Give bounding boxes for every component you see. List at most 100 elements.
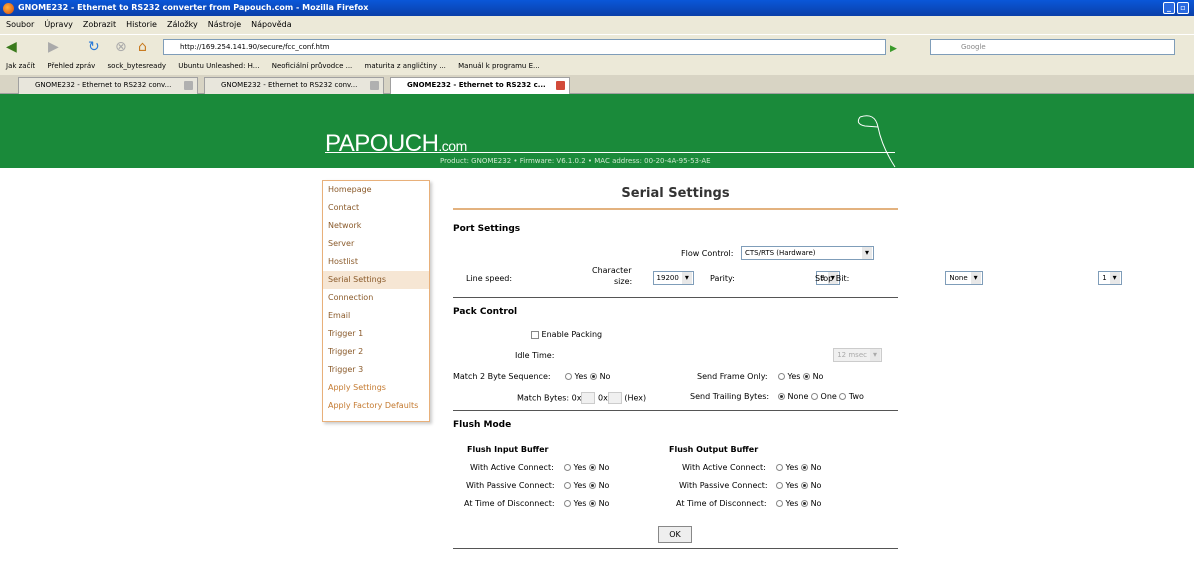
browser-tab-active[interactable]: GNOME232 - Ethernet to RS232 c... <box>390 77 570 95</box>
go-icon[interactable]: ▶ <box>890 40 897 58</box>
radio-no[interactable] <box>589 482 597 489</box>
back-icon[interactable]: ◀ <box>6 38 17 56</box>
sidebar-item-apply-settings[interactable]: Apply Settings <box>323 379 429 397</box>
yes-label: Yes <box>785 481 799 490</box>
sidebar-item-homepage[interactable]: Homepage <box>323 181 429 199</box>
match-yes-radio[interactable] <box>565 373 572 380</box>
tab-label: GNOME232 - Ethernet to RS232 conv... <box>221 81 358 89</box>
flush-input-title: Flush Input Buffer <box>467 445 549 454</box>
radio-yes[interactable] <box>564 464 571 471</box>
flush-output-title: Flush Output Buffer <box>669 445 759 454</box>
tab-close-icon[interactable] <box>556 81 565 90</box>
reload-icon[interactable]: ↻ <box>88 38 100 56</box>
parity-select[interactable]: None <box>945 271 983 285</box>
bookmark-item[interactable]: Přehled zpráv <box>47 62 95 70</box>
bookmark-item[interactable]: Neoficiální průvodce ... <box>272 62 353 70</box>
yes-label: Yes <box>573 481 587 490</box>
output-disconnect-radios: Yes No <box>776 499 821 508</box>
radio-yes[interactable] <box>564 482 571 489</box>
enable-packing-checkbox[interactable] <box>531 330 539 339</box>
line-speed-select[interactable]: 19200 <box>652 271 694 285</box>
pack-control-title: Pack Control <box>453 307 518 317</box>
bottom-divider <box>453 548 898 549</box>
stop-icon[interactable]: ⊗ <box>115 38 127 56</box>
menu-tools[interactable]: Nástroje <box>208 20 241 29</box>
forward-icon[interactable]: ▶ <box>48 38 59 56</box>
sidebar-item-trigger-1[interactable]: Trigger 1 <box>323 325 429 343</box>
trailing-none-radio[interactable] <box>778 393 785 400</box>
window-title: GNOME232 - Ethernet to RS232 converter f… <box>18 3 369 12</box>
bookmark-item[interactable]: sock_bytesready <box>108 62 167 70</box>
sidebar-item-hostlist[interactable]: Hostlist <box>323 253 429 271</box>
radio-yes[interactable] <box>776 464 783 471</box>
url-bar[interactable]: http://169.254.141.90/secure/fcc_conf.ht… <box>163 39 886 55</box>
bookmark-item[interactable]: Jak začít <box>6 62 35 70</box>
enable-packing-row: Enable Packing <box>531 330 602 339</box>
browser-tab[interactable]: GNOME232 - Ethernet to RS232 conv... <box>204 77 384 94</box>
sidebar-item-trigger-2[interactable]: Trigger 2 <box>323 343 429 361</box>
idle-time-label: Idle Time: <box>515 351 555 360</box>
sidebar-item-connection[interactable]: Connection <box>323 289 429 307</box>
radio-no[interactable] <box>589 464 597 471</box>
home-icon[interactable]: ⌂ <box>138 38 147 56</box>
sidebar-item-email[interactable]: Email <box>323 307 429 325</box>
maximize-icon[interactable]: ▫ <box>1177 2 1189 14</box>
bookmark-item[interactable]: Manuál k programu E... <box>458 62 540 70</box>
parrot-icon <box>857 115 896 168</box>
menu-edit[interactable]: Úpravy <box>44 20 73 29</box>
line-speed-label: Line speed: <box>466 274 513 283</box>
match-byte-2-input[interactable] <box>607 392 622 404</box>
menu-history[interactable]: Historie <box>126 20 157 29</box>
port-settings-title: Port Settings <box>453 224 521 234</box>
output-passive-label: With Passive Connect: <box>679 481 768 490</box>
sidebar-item-contact[interactable]: Contact <box>323 199 429 217</box>
ok-button[interactable]: OK <box>658 526 692 543</box>
tab-label: GNOME232 - Ethernet to RS232 c... <box>407 81 546 89</box>
menu-view[interactable]: Zobrazit <box>83 20 116 29</box>
no-label: No <box>598 481 610 490</box>
parity-label: Parity: <box>710 274 735 283</box>
tab-close-icon[interactable] <box>184 81 193 90</box>
sidebar-item-trigger-3[interactable]: Trigger 3 <box>323 361 429 379</box>
radio-no[interactable] <box>589 500 597 507</box>
trailing-one-radio[interactable] <box>810 393 818 400</box>
send-frame-no-radio[interactable] <box>803 373 811 380</box>
radio-no[interactable] <box>801 482 809 489</box>
main-content: Serial Settings <box>453 180 898 210</box>
trailing-bytes-radios: None One Two <box>778 392 864 401</box>
radio-yes[interactable] <box>776 500 783 507</box>
send-frame-label: Send Frame Only: <box>697 372 768 381</box>
hex-suffix: (Hex) <box>624 393 647 403</box>
flow-control-label: Flow Control: <box>681 249 734 258</box>
sidebar-item-serial-settings[interactable]: Serial Settings <box>323 271 429 289</box>
match-no-radio[interactable] <box>590 373 598 380</box>
menu-file[interactable]: Soubor <box>6 20 34 29</box>
product-info: Product: GNOME232 • Firmware: V6.1.0.2 •… <box>440 157 711 165</box>
radio-no[interactable] <box>801 500 809 507</box>
bookmark-item[interactable]: Ubuntu Unleashed: H... <box>178 62 259 70</box>
character-size-label-2: size: <box>614 277 633 286</box>
sidebar-item-server[interactable]: Server <box>323 235 429 253</box>
radio-yes[interactable] <box>564 500 571 507</box>
browser-tab[interactable]: GNOME232 - Ethernet to RS232 conv... <box>18 77 198 94</box>
send-frame-yes-radio[interactable] <box>778 373 785 380</box>
sidebar-item-apply-factory-defaults[interactable]: Apply Factory Defaults <box>323 397 429 415</box>
bookmark-item[interactable]: maturita z angličtiny ... <box>365 62 446 70</box>
flow-control-select[interactable]: CTS/RTS (Hardware) <box>741 246 874 260</box>
search-input[interactable]: Google <box>930 39 1175 55</box>
menu-help[interactable]: Nápověda <box>251 20 292 29</box>
hex-prefix: 0x <box>598 393 608 403</box>
radio-yes[interactable] <box>776 482 783 489</box>
yes-label: Yes <box>785 463 799 472</box>
trailing-two-radio[interactable] <box>839 393 847 400</box>
yes-label: Yes <box>574 372 588 381</box>
minimize-icon[interactable]: _ <box>1163 2 1175 14</box>
idle-time-select[interactable]: 12 msec <box>833 348 882 362</box>
radio-no[interactable] <box>801 464 809 471</box>
match-byte-1-input[interactable] <box>581 392 596 404</box>
stop-bit-select[interactable]: 1 <box>1098 271 1122 285</box>
tab-close-icon[interactable] <box>370 81 379 90</box>
sidebar-item-network[interactable]: Network <box>323 217 429 235</box>
page-title: Serial Settings <box>621 186 730 201</box>
menu-bookmarks[interactable]: Záložky <box>167 20 198 29</box>
